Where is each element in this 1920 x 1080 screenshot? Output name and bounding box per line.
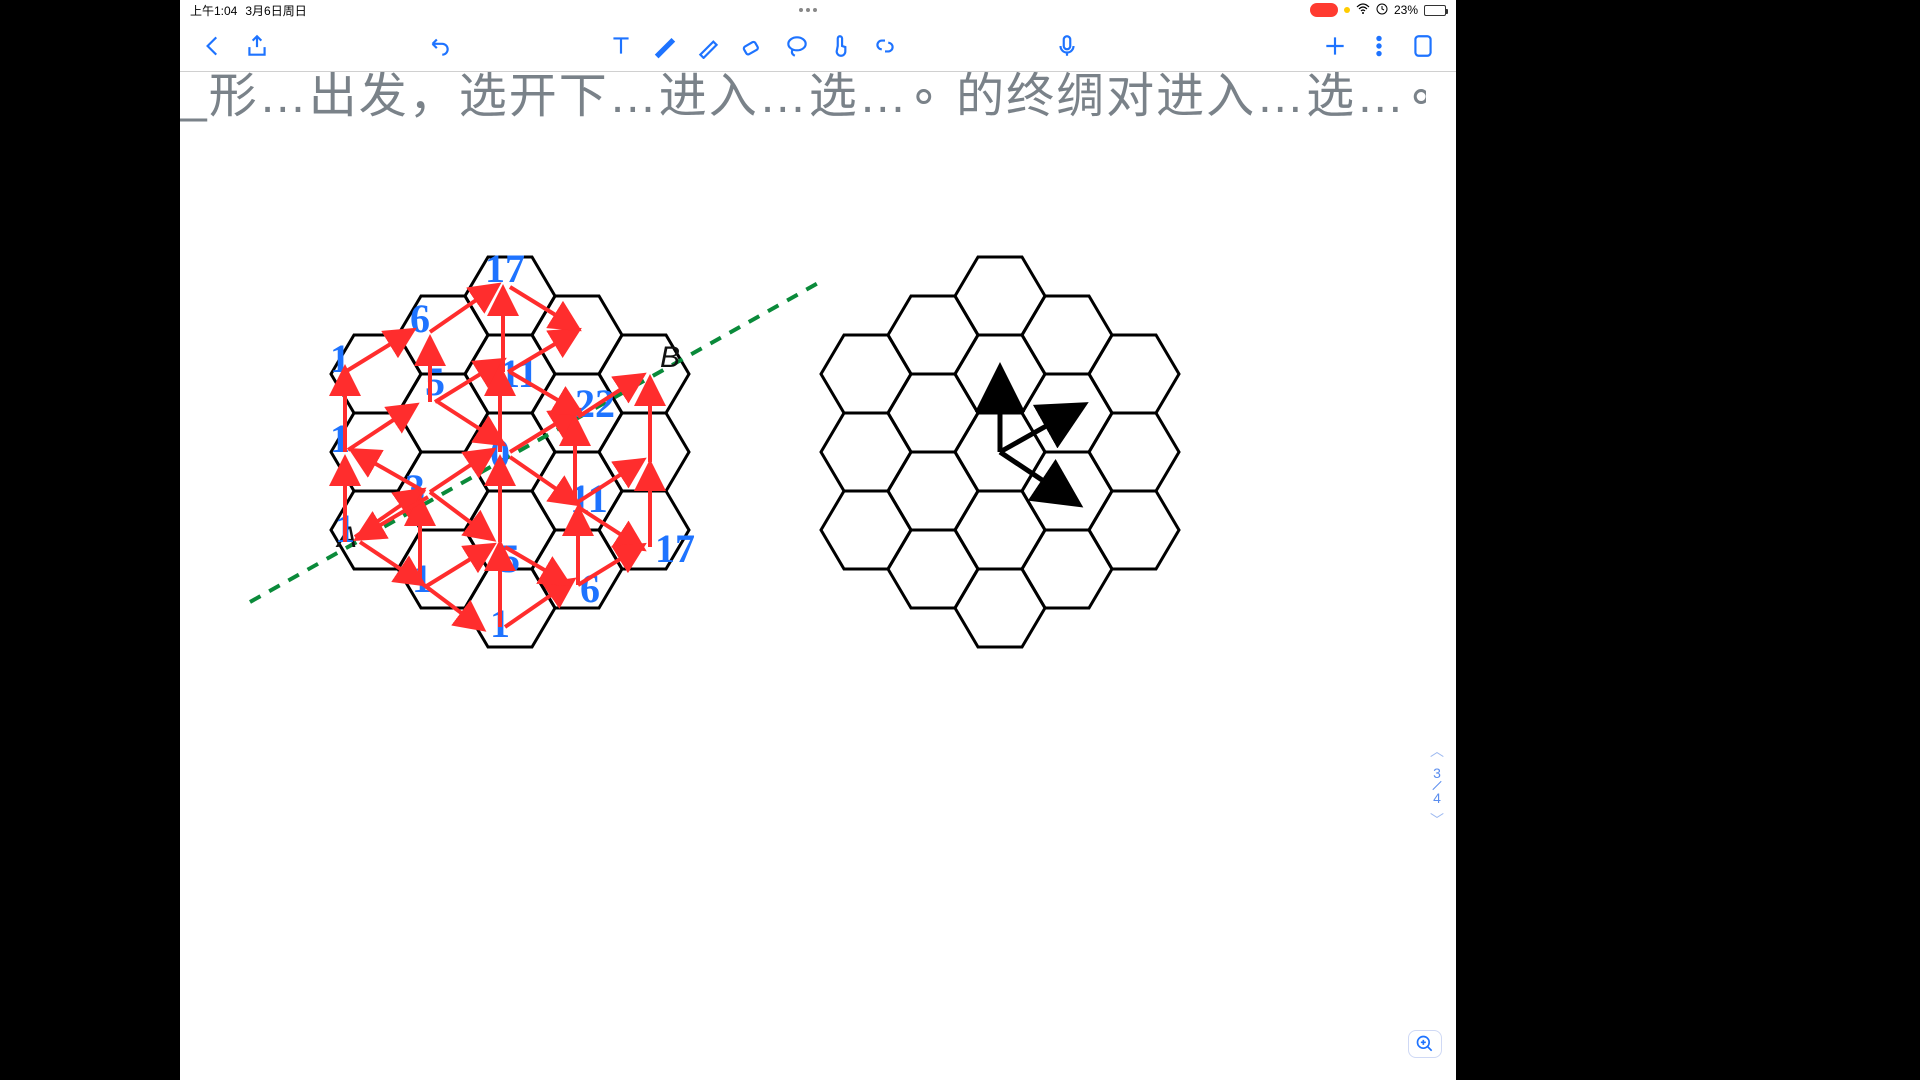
page-current: 3: [1433, 765, 1441, 781]
more-button[interactable]: [1366, 33, 1392, 59]
lasso-tool[interactable]: [784, 33, 810, 59]
battery-percent: 23%: [1394, 3, 1418, 17]
microphone-button[interactable]: [1054, 33, 1080, 59]
status-bar: 上午1:04 3月6日周日 23%: [180, 0, 1456, 20]
undo-button[interactable]: [426, 33, 452, 59]
note-canvas[interactable]: A B 17 6 1 5 11 22 1 0 3 1 11 1 5 17 6 1: [180, 72, 1456, 1080]
svg-text:22: 22: [575, 381, 615, 426]
status-time: 上午1:04: [190, 2, 237, 19]
pen-tool[interactable]: [652, 33, 678, 59]
wifi-icon: [1356, 3, 1370, 18]
toolbar: [180, 20, 1456, 72]
ipad-screen: 上午1:04 3月6日周日 23%: [180, 0, 1456, 1080]
mic-indicator: [1344, 7, 1350, 13]
zoom-in-button[interactable]: [1408, 1030, 1442, 1058]
status-date: 3月6日周日: [245, 2, 306, 19]
rotation-lock-icon: [1376, 3, 1388, 18]
gesture-tool[interactable]: [828, 33, 854, 59]
page-total: 4: [1433, 790, 1441, 806]
multitask-dots[interactable]: [799, 8, 817, 12]
label-B: B: [660, 341, 680, 374]
highlighter-tool[interactable]: [696, 33, 722, 59]
link-tool[interactable]: [872, 33, 898, 59]
pages-button[interactable]: [1410, 33, 1436, 59]
black-arrows: [1000, 372, 1080, 502]
hand-numbers: 17 6 1 5 11 22 1 0 3 1 11 1 5 17 6 1: [330, 246, 695, 646]
svg-text:6: 6: [410, 296, 430, 341]
screen-record-indicator[interactable]: [1310, 3, 1338, 17]
page-down-chevron[interactable]: ﹀: [1430, 810, 1444, 830]
svg-text:17: 17: [655, 526, 695, 571]
eraser-tool[interactable]: [740, 33, 766, 59]
page-navigator[interactable]: ︿ 3 4 ﹀: [1430, 741, 1444, 830]
text-tool[interactable]: [608, 33, 634, 59]
add-button[interactable]: [1322, 33, 1348, 59]
page-up-chevron[interactable]: ︿: [1430, 741, 1444, 761]
back-button[interactable]: [200, 33, 226, 59]
svg-text:17: 17: [485, 246, 525, 291]
share-button[interactable]: [244, 33, 270, 59]
canvas-content[interactable]: _形…出发，选开下…进入…选…∘ 的终绸对进入…选…∘ ，: [180, 72, 1456, 1080]
svg-text:5: 5: [500, 536, 520, 581]
page-divider: [1432, 781, 1441, 790]
battery-icon: [1424, 5, 1446, 16]
